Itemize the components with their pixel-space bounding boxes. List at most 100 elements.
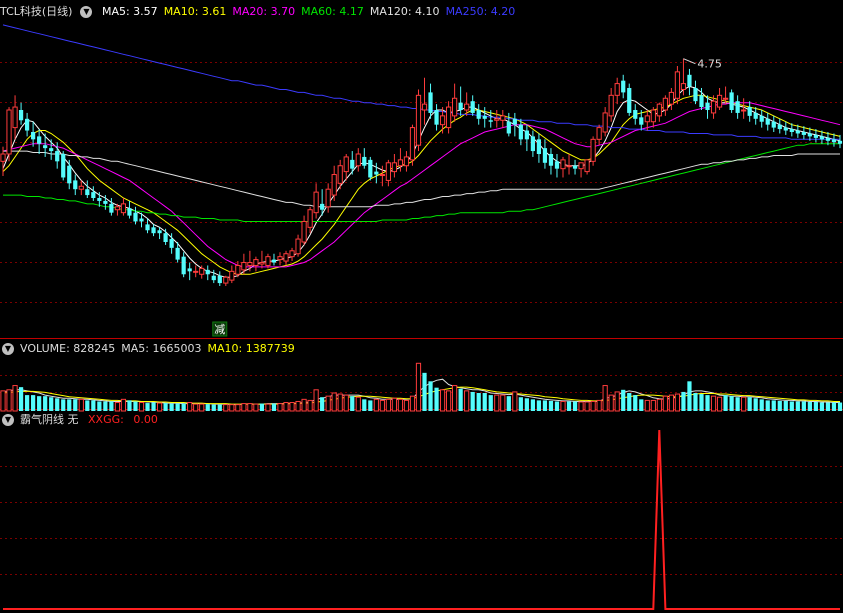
candle-body bbox=[6, 109, 12, 155]
signal-marker-label: 减 bbox=[214, 323, 225, 336]
candle-body bbox=[403, 156, 410, 167]
candle-body bbox=[572, 165, 578, 169]
volume-bar bbox=[120, 398, 127, 412]
candle-body bbox=[722, 97, 729, 100]
candle-body bbox=[397, 159, 404, 167]
candle-body bbox=[439, 115, 446, 126]
volume-bar bbox=[590, 400, 596, 412]
candle-body bbox=[97, 198, 102, 201]
volume-bar bbox=[397, 398, 404, 412]
volume-bar bbox=[350, 396, 355, 411]
volume-bar bbox=[12, 385, 18, 412]
volume-bar bbox=[217, 404, 222, 411]
volume-bar bbox=[307, 399, 313, 412]
volume-bar bbox=[795, 401, 800, 411]
volume-bar bbox=[253, 403, 259, 412]
volume-bar bbox=[476, 392, 481, 411]
volume-bar bbox=[819, 402, 825, 411]
candle-body bbox=[271, 259, 277, 263]
candle-body bbox=[157, 230, 162, 234]
ma-line-ma10 bbox=[2, 94, 841, 275]
candle-body bbox=[18, 110, 24, 121]
volume-bar bbox=[61, 399, 66, 411]
volume-bar bbox=[506, 396, 511, 411]
volume-bar bbox=[789, 401, 794, 411]
candle-body bbox=[247, 262, 253, 266]
volume-bar bbox=[482, 392, 487, 411]
candle-body bbox=[813, 134, 819, 138]
volume-bar bbox=[145, 403, 150, 411]
candle-body bbox=[350, 159, 355, 169]
ma-line-ma20 bbox=[2, 102, 841, 268]
candle-body bbox=[307, 209, 313, 228]
volume-bar bbox=[103, 401, 108, 411]
volume-bar bbox=[633, 395, 638, 411]
candle-body bbox=[199, 267, 205, 275]
candle-body bbox=[379, 174, 385, 177]
volume-bar bbox=[109, 401, 114, 411]
chevron-down-icon[interactable]: ▼ bbox=[80, 6, 93, 18]
volume-bar bbox=[783, 400, 788, 411]
candle-body bbox=[831, 139, 837, 143]
candle-body bbox=[114, 206, 121, 211]
volume-bar bbox=[536, 400, 542, 411]
candle-body bbox=[765, 118, 770, 125]
volume-bar bbox=[434, 387, 439, 411]
candle-body bbox=[470, 101, 475, 113]
candle-body bbox=[548, 154, 554, 166]
volume-legend: ▼ VOLUME: 828245 MA5: 1665003 MA10: 1387739 bbox=[0, 340, 307, 358]
volume-bar bbox=[741, 396, 747, 412]
stock-title: TCL科技(日线) bbox=[0, 5, 73, 18]
volume-bar bbox=[765, 400, 770, 411]
volume-bar bbox=[331, 392, 337, 412]
volume-bar bbox=[759, 399, 764, 411]
candle-body bbox=[819, 136, 825, 140]
candle-body bbox=[524, 130, 529, 140]
indicator-title: 霸气阴线 无 bbox=[20, 413, 79, 426]
volume-bar bbox=[723, 395, 728, 411]
volume-bar bbox=[705, 395, 710, 411]
candle-body bbox=[409, 127, 416, 161]
volume-bar bbox=[259, 403, 265, 411]
volume-bar bbox=[458, 388, 463, 411]
volume-bar bbox=[325, 395, 331, 412]
candle-body bbox=[542, 148, 548, 163]
chevron-down-icon[interactable]: ▼ bbox=[2, 343, 14, 355]
candle-body bbox=[482, 115, 487, 119]
volume-bar bbox=[627, 392, 632, 411]
volume-bar bbox=[362, 399, 367, 411]
candle-body bbox=[163, 233, 168, 242]
candle-body bbox=[512, 118, 517, 125]
candle-body bbox=[133, 212, 138, 222]
volume-bar bbox=[542, 400, 548, 411]
volume-bar bbox=[187, 402, 193, 412]
candle-body bbox=[837, 140, 843, 144]
volume-bar bbox=[0, 390, 6, 412]
annotations: 4.75 减 bbox=[212, 58, 722, 337]
candle-body bbox=[91, 192, 96, 198]
candle-body bbox=[710, 100, 717, 114]
candle-body bbox=[716, 94, 723, 108]
candle-body bbox=[253, 259, 259, 266]
volume-bar bbox=[735, 397, 740, 411]
candle-body bbox=[747, 107, 752, 116]
indicator-value: XXGG: 0.00 bbox=[88, 413, 158, 426]
volume-bar bbox=[133, 401, 138, 411]
grid-lines bbox=[0, 62, 843, 575]
volume-bar bbox=[518, 397, 523, 411]
chart-canvas: 4.75 减 bbox=[0, 24, 843, 610]
candle-body bbox=[428, 92, 433, 113]
candle-body bbox=[771, 121, 776, 128]
candle-body bbox=[674, 71, 681, 99]
volume-bar bbox=[163, 403, 168, 411]
volume-bar bbox=[265, 403, 271, 412]
volume-bar bbox=[229, 404, 235, 412]
volume-bar bbox=[355, 396, 361, 412]
chevron-down-icon[interactable]: ▼ bbox=[2, 414, 14, 426]
volume-bar bbox=[656, 398, 662, 412]
volume-bar bbox=[710, 395, 717, 412]
candle-body bbox=[662, 97, 668, 111]
candle-body bbox=[337, 165, 343, 184]
candle-body bbox=[0, 153, 6, 162]
candle-body bbox=[584, 159, 590, 173]
